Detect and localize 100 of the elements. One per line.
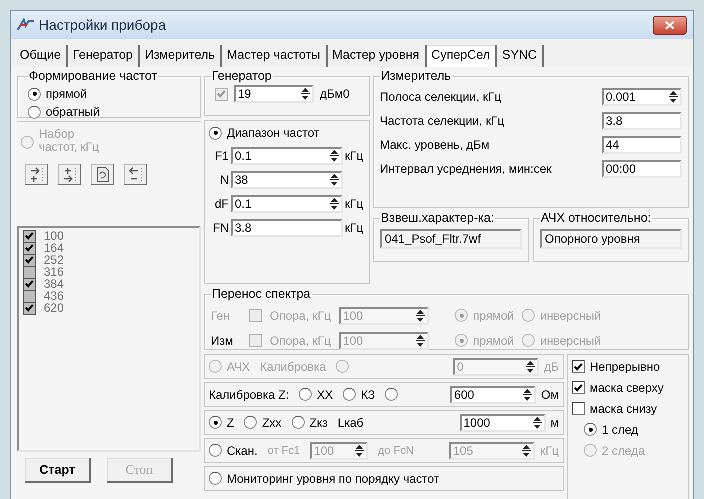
field-label: N [219, 172, 229, 186]
radio-button[interactable] [343, 388, 356, 401]
checkmark-icon [574, 362, 583, 370]
option-label: 1 след [602, 422, 638, 436]
reference-field[interactable]: Опорного уровня [540, 229, 682, 249]
option-label: Lкаб [338, 416, 364, 430]
option-label: Диапазон частот [227, 126, 320, 140]
option-label: прямой [46, 87, 88, 101]
radio-button[interactable] [292, 416, 305, 429]
spin-field[interactable]: 0.1 [231, 194, 343, 212]
spinner-arrows-icon [523, 388, 532, 402]
toolbar-button[interactable] [124, 164, 147, 185]
checkmark-icon [25, 304, 34, 312]
option-label: Калибровка Z: [209, 388, 290, 402]
spin-field[interactable]: 1000 [460, 414, 546, 432]
checkbox[interactable] [572, 360, 585, 373]
spin-field[interactable]: 0.001 [602, 88, 682, 106]
option-label: маска сверху [590, 380, 664, 394]
option-label: до FcN [378, 444, 414, 456]
start-button[interactable]: Старт [25, 458, 91, 483]
toolbar-button[interactable] [25, 164, 48, 185]
field-label: Интервал усреднения, мин:сек [380, 162, 552, 176]
unit-label: м [550, 416, 559, 430]
radio-button[interactable] [209, 472, 222, 485]
option-label: от Fc1 [268, 444, 300, 456]
row-label: Ген [211, 308, 231, 322]
spinner-arrows-icon [522, 444, 532, 458]
unit-label: кГц [345, 148, 364, 162]
spinner-arrows-icon [355, 444, 364, 458]
spinner-arrows-icon [330, 172, 339, 186]
number-field[interactable]: 00:00 [602, 160, 682, 178]
checkmark-icon [217, 90, 226, 98]
document-icon [94, 166, 110, 184]
spinner-arrows-icon [330, 196, 339, 210]
option-label: Zxx [262, 416, 282, 430]
spinner-arrows-icon [301, 87, 310, 101]
row-label: Изм [211, 334, 234, 348]
option-label: прямой [473, 308, 514, 322]
spinner-arrows-icon [532, 416, 542, 430]
arrow-plus-icon [28, 166, 44, 184]
option-label: Скан. [227, 444, 258, 458]
group-title: АЧХ относительно: [540, 212, 652, 225]
field-label: FN [212, 220, 229, 234]
group-title: Формирование частот [28, 70, 158, 83]
option-label: Опора, кГц [270, 334, 332, 348]
radio-button[interactable] [299, 388, 312, 401]
unit-label: дБ [544, 360, 559, 374]
option-label: 2 следа [602, 444, 646, 458]
number-field[interactable]: 44 [602, 136, 682, 154]
option-label: АЧХ [227, 360, 250, 374]
close-button[interactable] [653, 16, 687, 34]
field-label: dF [214, 196, 229, 210]
checkmark-icon [574, 384, 583, 392]
spin-field[interactable]: 0.1 [231, 146, 343, 164]
app-logo-icon [17, 18, 35, 32]
option-label: инверсный [540, 334, 602, 348]
window-title: Настройки прибора [39, 17, 168, 33]
option-label: XX [317, 388, 334, 402]
option-label: Опора, кГц [270, 308, 332, 322]
toolbar-button[interactable] [91, 164, 114, 185]
radio-button[interactable] [209, 416, 222, 429]
spinner-arrows-icon [669, 90, 678, 104]
weighting-field[interactable]: 041_Psof_Fltr.7wf [380, 229, 522, 249]
radio-button[interactable] [584, 423, 597, 436]
unit-label: Ом [541, 388, 559, 402]
field-label: Макс. уровень, дБм [380, 138, 490, 152]
radio-button[interactable] [209, 126, 222, 140]
option-label: Непрерывно [590, 360, 660, 374]
option-label: обратный [46, 105, 100, 119]
unit-label: кГц [540, 444, 559, 458]
unit-label: кГц [345, 196, 364, 210]
option-label: прямой [473, 334, 514, 348]
spin-field[interactable]: 19 [234, 85, 314, 103]
number-field[interactable]: 3.8 [231, 218, 343, 236]
spinner-arrows-icon [416, 334, 426, 348]
option-label: Мониторинг уровня по порядку частот [227, 472, 440, 486]
spinner-arrows-icon [526, 360, 536, 374]
minus-arrow-icon [128, 166, 144, 184]
option-label: Набор частот, кГц [39, 128, 100, 154]
radio-button[interactable] [209, 444, 222, 457]
radio-button[interactable] [385, 388, 398, 401]
radio-button[interactable] [244, 416, 258, 429]
radio-button[interactable] [28, 106, 41, 118]
unit-label: дБм0 [320, 87, 350, 101]
spin-field[interactable]: 38 [231, 170, 343, 188]
group-title: Генератор [211, 70, 273, 83]
option-label: инверсный [540, 308, 602, 322]
checkbox[interactable] [572, 402, 585, 415]
option-label: КЗ [361, 388, 376, 402]
option-label: Z [227, 416, 234, 430]
spinner-arrows-icon [330, 148, 339, 162]
radio-button[interactable] [28, 88, 41, 100]
field-label: Частота селекции, кГц [380, 114, 505, 128]
number-field[interactable]: 3.8 [602, 112, 682, 130]
spin-field[interactable]: 600 [450, 386, 536, 404]
toolbar-button[interactable] [58, 164, 81, 185]
checkbox[interactable] [572, 381, 585, 394]
field-label: F1 [214, 148, 229, 162]
field-label: Полоса селекции, кГц [380, 90, 502, 104]
tab[interactable]: СуперСел [426, 45, 498, 67]
